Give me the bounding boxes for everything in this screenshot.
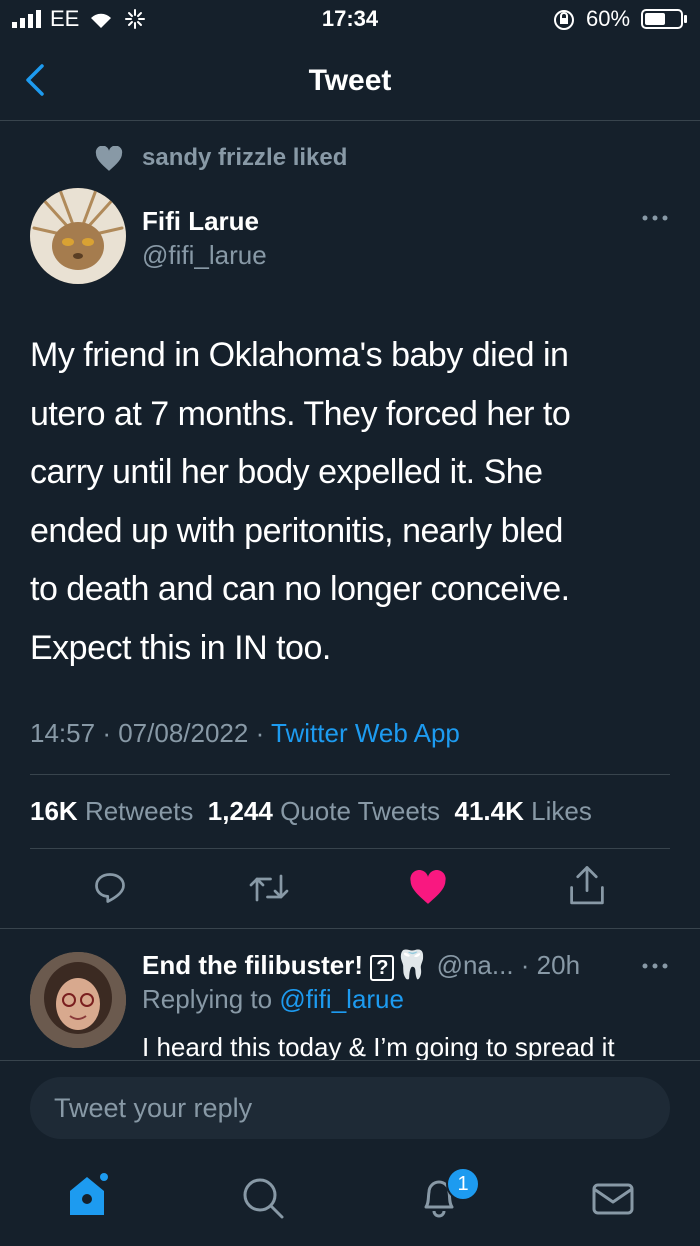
page-title: Tweet xyxy=(308,64,392,97)
reply-icon[interactable] xyxy=(92,870,128,906)
tweet-time: 14:57 xyxy=(30,718,96,748)
quotes-count: 1,244 xyxy=(207,796,273,826)
retweets-label: Retweets xyxy=(84,796,194,826)
reply-header: End the filibuster! ? 🦷 @na... · 20h xyxy=(142,948,580,981)
orientation-lock-icon xyxy=(554,10,574,30)
divider xyxy=(30,848,670,849)
bottom-bar: Tweet your reply 1 xyxy=(0,1060,700,1246)
tweet-text-line: carry until her body expelled it. She xyxy=(30,453,543,491)
tweet-text-line: utero at 7 months. They forced her to xyxy=(30,394,571,433)
reply-author-avatar[interactable] xyxy=(30,952,126,1048)
heart-icon xyxy=(95,146,123,171)
author-avatar[interactable] xyxy=(30,188,126,284)
divider xyxy=(30,774,670,775)
question-badge-icon: ? xyxy=(370,955,395,981)
quotes-stat[interactable]: 1,244 Quote Tweets xyxy=(208,796,440,826)
like-button[interactable] xyxy=(409,870,447,906)
more-options-icon[interactable] xyxy=(640,210,670,226)
tweet-text-line: Expect this in IN too. xyxy=(30,628,331,667)
cat-photo-icon xyxy=(30,188,126,284)
status-bar: EE 17:34 60% xyxy=(0,0,700,40)
author-handle[interactable]: @fifi_larue xyxy=(142,240,267,271)
reply-time: · 20h xyxy=(520,950,581,980)
reply-author-name[interactable]: End the filibuster! xyxy=(142,950,363,980)
social-context-text[interactable]: sandy frizzle liked xyxy=(142,144,347,172)
tooth-emoji-icon: 🦷 xyxy=(394,949,430,980)
tweet-stats: 16K Retweets 1,244 Quote Tweets 41.4K Li… xyxy=(30,796,592,827)
reply-placeholder: Tweet your reply xyxy=(54,1093,253,1123)
meta-separator: · xyxy=(102,718,111,748)
tweet-text-line: to death and can no longer conceive. xyxy=(30,570,570,608)
reply-text[interactable]: I heard this today & I’m going to spread… xyxy=(142,1032,615,1063)
likes-label: Likes xyxy=(531,796,592,826)
retweets-count: 16K xyxy=(30,796,78,826)
messages-icon[interactable] xyxy=(588,1175,638,1225)
battery-icon xyxy=(641,9,683,29)
replying-to-label: Replying to xyxy=(142,984,273,1014)
reply-composer[interactable]: Tweet your reply xyxy=(30,1077,670,1139)
battery-tip xyxy=(684,15,687,23)
quotes-label: Quote Tweets xyxy=(280,796,441,826)
woman-photo-icon xyxy=(30,952,126,1048)
share-icon[interactable] xyxy=(568,866,606,906)
header: Tweet xyxy=(0,48,700,121)
battery-percent: 60% xyxy=(586,6,631,31)
tweet-source-link[interactable]: Twitter Web App xyxy=(271,718,460,748)
tweet-meta: 14:57 · 07/08/2022 · Twitter Web App xyxy=(30,718,460,749)
likes-stat[interactable]: 41.4K Likes xyxy=(455,796,592,826)
replying-to-handle[interactable]: @fifi_larue xyxy=(279,984,404,1014)
reply-more-options-icon[interactable] xyxy=(640,958,670,974)
tweet-date: 07/08/2022 xyxy=(118,718,249,748)
notification-badge: 1 xyxy=(446,1167,480,1201)
likes-count: 41.4K xyxy=(454,796,524,826)
home-icon[interactable] xyxy=(62,1169,112,1219)
tweet-text-line: My friend in Oklahoma's baby died in xyxy=(30,336,569,374)
replying-to: Replying to @fifi_larue xyxy=(142,984,404,1015)
retweet-icon[interactable] xyxy=(248,870,290,906)
retweets-stat[interactable]: 16K Retweets xyxy=(30,796,193,826)
tweet-text: My friend in Oklahoma's baby died in ute… xyxy=(30,326,670,677)
reply-author-handle[interactable]: @na... xyxy=(437,950,514,980)
meta-separator: · xyxy=(255,718,265,748)
author-name[interactable]: Fifi Larue xyxy=(142,206,259,237)
tweet-text-line: ended up with peritonitis, nearly bled xyxy=(30,511,563,550)
divider xyxy=(0,928,700,929)
search-icon[interactable] xyxy=(238,1173,288,1223)
